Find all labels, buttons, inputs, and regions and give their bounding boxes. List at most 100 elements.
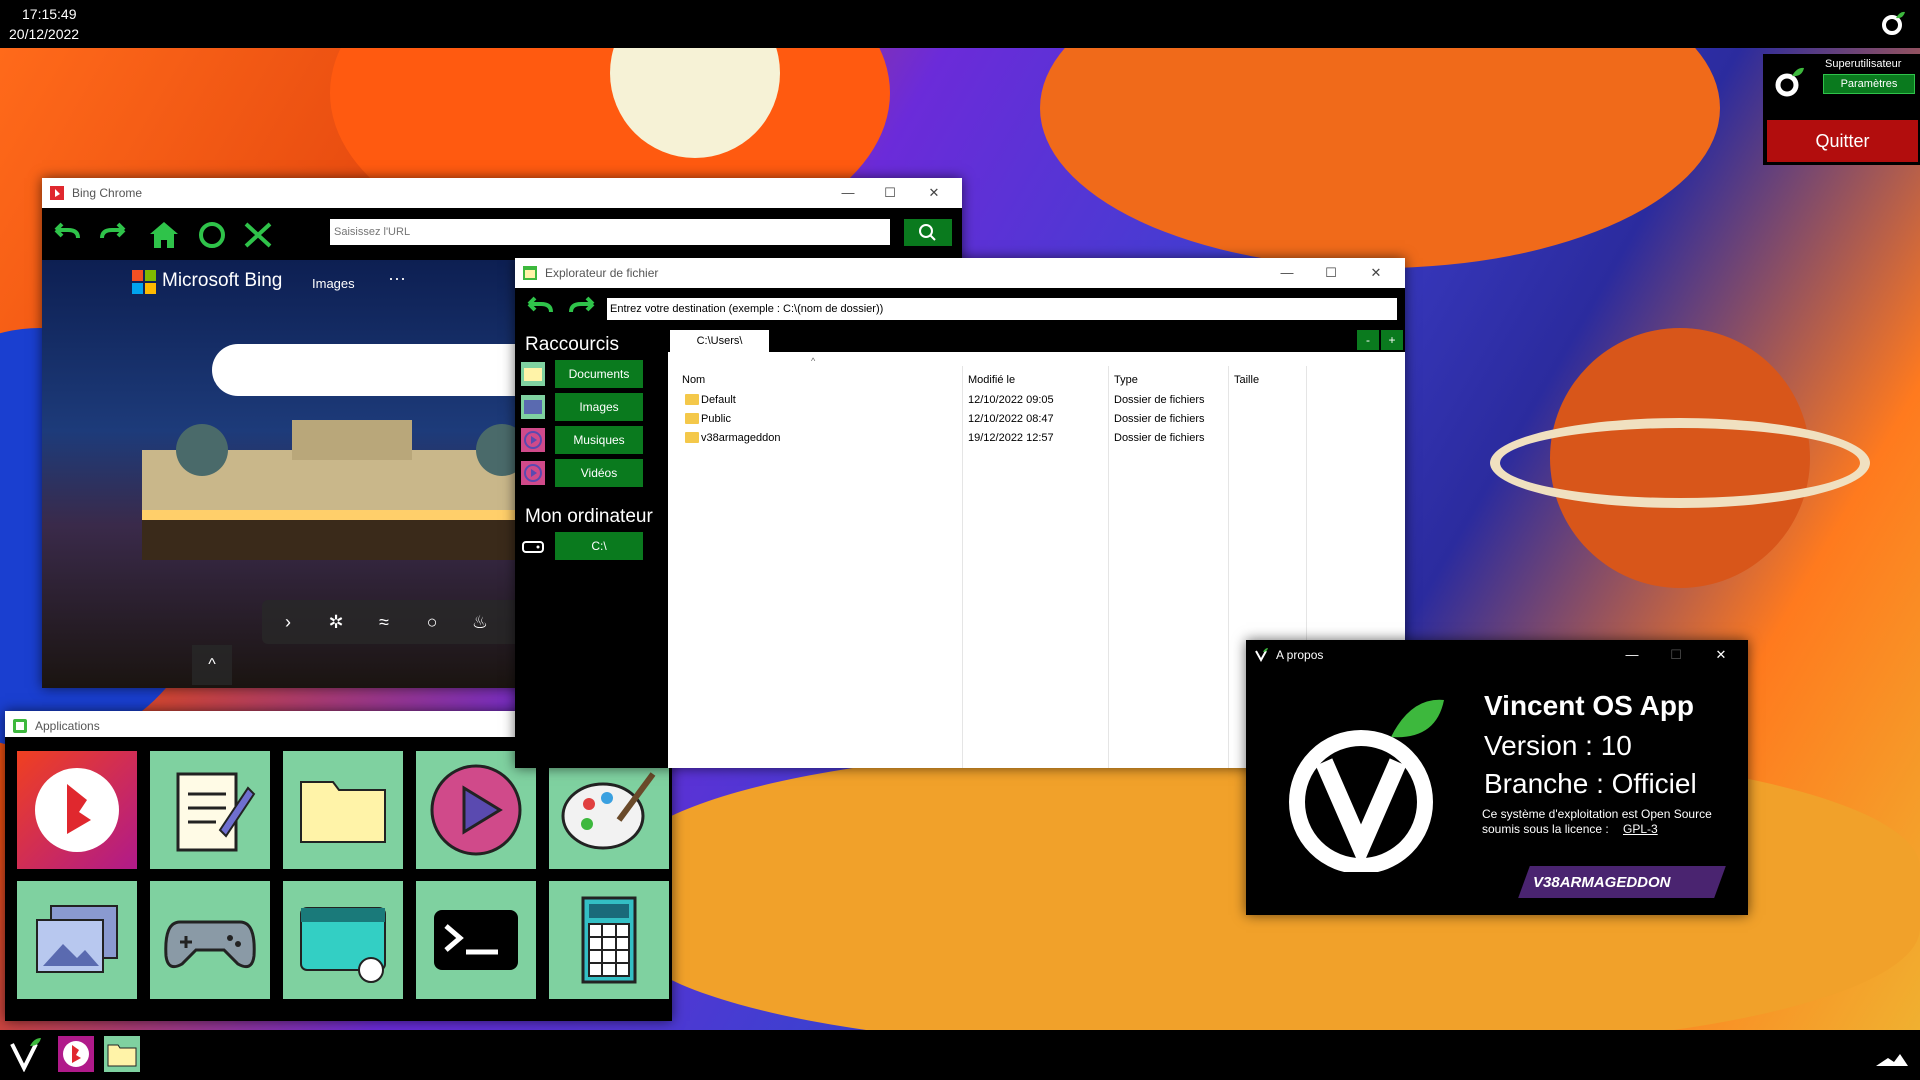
terminal-icon [434,910,518,970]
remove-tab-button[interactable]: - [1357,330,1379,350]
folder-icon [685,413,699,424]
maximize-button[interactable]: ☐ [880,183,900,203]
bing-more-menu[interactable]: ··· [388,268,406,289]
app-tile-calculator[interactable] [549,881,669,999]
maximize-button[interactable]: ☐ [1666,645,1686,665]
computer-heading: Mon ordinateur [525,506,653,527]
about-window: A propos — ☐ ✕ Vincent OS App Version : … [1246,640,1748,915]
bing-bottom-bar: › ✲ ≈ ○ ♨ [262,600,522,644]
file-type: Dossier de fichiers [1114,394,1205,406]
drive-label[interactable]: C:\ [555,532,643,560]
column-type[interactable]: Type [1114,374,1138,386]
about-description: Ce système d'exploitation est Open Sourc… [1482,807,1712,821]
wallpaper-shape [1040,48,1720,268]
media-player-icon [430,764,522,856]
bing-icon[interactable] [58,1036,94,1072]
snowflake-icon[interactable]: ✲ [324,610,348,634]
destination-input[interactable] [607,298,1397,320]
settings-button[interactable]: Paramètres [1823,74,1915,94]
quit-button[interactable]: Quitter [1767,120,1918,162]
explorer-toolbar [515,288,1405,328]
folder-icon[interactable] [104,1036,140,1072]
table-row[interactable]: v38armageddon 19/12/2022 12:57 Dossier d… [668,429,1405,448]
column-size[interactable]: Taille [1234,374,1259,386]
start-menu-icon[interactable] [6,1036,42,1072]
explorer-sidebar: Raccourcis Documents Images Musiques Vid… [515,328,668,768]
chevron-up-icon[interactable]: ^ [192,645,232,685]
about-titlebar[interactable]: A propos — ☐ ✕ [1246,640,1748,670]
ornament-icon[interactable]: ○ [420,610,444,634]
explorer-tab[interactable]: C:\Users\ [670,330,769,352]
refresh-icon[interactable] [194,220,230,250]
minimize-button[interactable]: — [838,183,858,203]
back-arrow-icon[interactable] [521,294,557,324]
column-name[interactable]: Nom [682,374,705,386]
app-tile-files[interactable] [283,751,403,869]
explorer-tabstrip: C:\Users\ - + [668,328,1405,352]
background-photo [142,420,562,560]
close-button[interactable]: ✕ [924,183,944,203]
app-tile-photos[interactable] [17,881,137,999]
bing-brand: Microsoft Bing [162,270,283,291]
home-icon[interactable] [146,220,182,250]
shortcut-label[interactable]: Musiques [555,426,643,454]
weather-icon[interactable]: ≈ [372,610,396,634]
app-tile-games[interactable] [150,881,270,999]
media-player-icon [521,428,545,452]
shortcut-label[interactable]: Images [555,393,643,421]
bing-icon [50,186,64,200]
folder-icon [685,432,699,443]
column-modified[interactable]: Modifié le [968,374,1015,386]
release-badge-text: V38ARMAGEDDON [1533,874,1671,891]
top-bar: 17:15:49 20/12/2022 [0,0,1920,48]
photos-icon [36,905,118,973]
shortcut-label[interactable]: Vidéos [555,459,643,487]
app-tile-media[interactable] [416,751,536,869]
folder-icon [523,266,537,280]
file-modified: 19/12/2022 12:57 [968,432,1054,444]
about-branch: Branche : Officiel [1484,768,1697,799]
vincent-os-logo-icon [1289,699,1444,872]
app-tile-app-store[interactable] [283,881,403,999]
app-tile-notepad[interactable] [150,751,270,869]
cloud-icon[interactable] [1874,1036,1910,1072]
close-button[interactable]: ✕ [1711,645,1731,665]
app-tile-paint[interactable] [549,751,669,869]
maximize-button[interactable]: ☐ [1321,263,1341,283]
shortcut-label[interactable]: Documents [555,360,643,388]
explorer-titlebar[interactable]: Explorateur de fichier — ☐ ✕ [515,258,1405,288]
add-tab-button[interactable]: + [1381,330,1403,350]
back-arrow-icon[interactable] [48,220,84,250]
sort-arrow-icon: ^ [811,356,816,366]
url-input[interactable] [330,219,890,245]
app-tile-bing[interactable] [17,751,137,869]
folder-icon [685,394,699,405]
stop-icon[interactable] [240,220,276,250]
taskbar [0,1030,1920,1080]
os-logo-icon[interactable] [1880,10,1906,36]
hard-drive-icon [522,541,544,553]
browser-titlebar[interactable]: Bing Chrome — ☐ ✕ [42,178,962,208]
fire-icon[interactable]: ♨ [468,610,492,634]
close-button[interactable]: ✕ [1366,263,1386,283]
file-name: Public [701,413,731,425]
search-icon [919,224,936,241]
bing-images-link[interactable]: Images [312,276,355,291]
table-row[interactable]: Default 12/10/2022 09:05 Dossier de fich… [668,391,1405,410]
about-app-name: Vincent OS App [1484,690,1695,721]
forward-arrow-icon[interactable] [96,220,132,250]
table-row[interactable]: Public 12/10/2022 08:47 Dossier de fichi… [668,410,1405,429]
app-tile-terminal[interactable] [416,881,536,999]
minimize-button[interactable]: — [1277,263,1297,283]
license-link[interactable]: GPL-3 [1623,822,1658,836]
os-logo-icon [1775,67,1804,97]
minimize-button[interactable]: — [1622,645,1642,665]
user-name: Superutilisateur [1825,58,1902,70]
file-modified: 12/10/2022 09:05 [968,394,1054,406]
folder-icon [300,781,386,843]
applications-icon [13,719,27,733]
chevron-right-icon[interactable]: › [276,610,300,634]
forward-arrow-icon[interactable] [565,294,601,324]
url-go-button[interactable] [904,219,952,246]
clock-time: 17:15:49 [22,6,77,22]
